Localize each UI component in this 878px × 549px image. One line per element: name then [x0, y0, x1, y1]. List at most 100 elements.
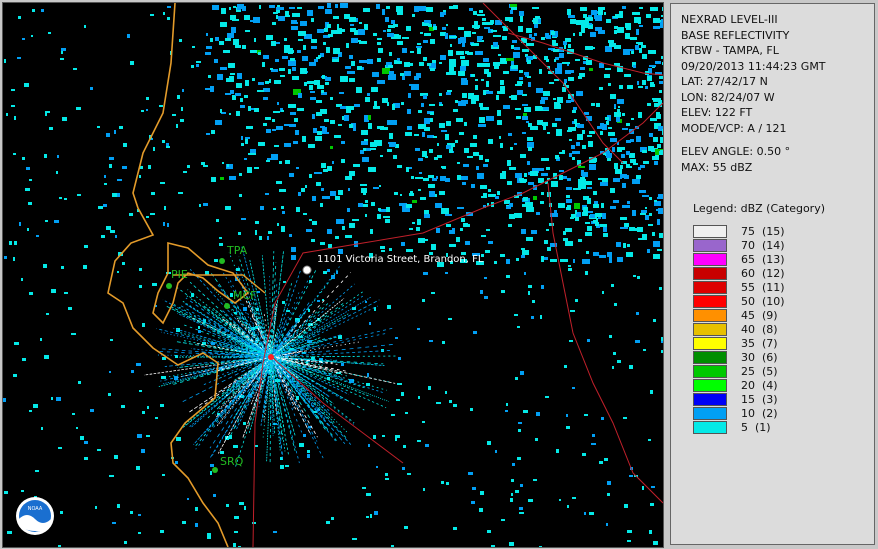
- echo-cell: [535, 438, 538, 441]
- echo-cell: [473, 135, 477, 139]
- echo-cell: [326, 47, 330, 53]
- echo-cell: [109, 157, 114, 160]
- echo-cell: [389, 52, 392, 56]
- echo-cell: [317, 29, 324, 33]
- echo-cell: [407, 109, 411, 114]
- echo-cell: [226, 504, 229, 507]
- echo-cell: [571, 70, 574, 73]
- echo-cell: [254, 108, 259, 112]
- noaa-logo-text: NOAA: [28, 506, 43, 512]
- echo-cell: [612, 147, 615, 152]
- echo-cell: [616, 117, 620, 122]
- echo-cell: [296, 167, 299, 169]
- echo-cell: [358, 29, 365, 35]
- echo-cell: [445, 134, 449, 140]
- echo-cell: [573, 33, 575, 36]
- echo-cell: [582, 259, 590, 264]
- echo-cell: [117, 179, 122, 181]
- echo-cell: [119, 126, 123, 129]
- echo-cell: [658, 194, 663, 197]
- echo-cell: [521, 248, 525, 250]
- echo-cell: [51, 289, 56, 293]
- echo-cell: [293, 141, 298, 144]
- echo-cell: [59, 197, 62, 199]
- echo-cell: [563, 176, 567, 179]
- echo-cell: [650, 390, 653, 394]
- echo-cell: [270, 68, 273, 70]
- echo-cell: [340, 3, 348, 8]
- echo-cell: [657, 144, 661, 148]
- echo-cell: [626, 252, 633, 257]
- echo-cell: [654, 161, 658, 165]
- echo-cell: [335, 196, 340, 200]
- echo-cell: [552, 123, 557, 127]
- echo-cell: [229, 76, 234, 82]
- echo-cell: [566, 207, 569, 210]
- echo-cell: [271, 41, 276, 46]
- echo-cell: [410, 51, 414, 53]
- echo-cell: [349, 17, 356, 22]
- echo-cell: [428, 24, 432, 27]
- echo-cell: [387, 120, 393, 125]
- echo-cell: [506, 259, 510, 264]
- echo-cell: [599, 461, 603, 464]
- echo-cell: [311, 46, 317, 49]
- echo-cell: [546, 35, 551, 39]
- echo-cell: [582, 453, 586, 456]
- echo-cell: [472, 32, 476, 34]
- echo-cell: [617, 147, 622, 152]
- radar-map[interactable]: TPA PIE MCF SRQ 1101 Victoria Street, Br…: [2, 2, 664, 548]
- echo-cell: [624, 504, 628, 508]
- echo-cell: [228, 63, 235, 68]
- echo-cell: [526, 207, 534, 212]
- echo-cell: [565, 70, 571, 74]
- echo-cell: [347, 208, 350, 212]
- echo-cell: [387, 29, 391, 32]
- echo-cell: [316, 182, 321, 186]
- echo-cell: [54, 220, 59, 223]
- echo-cell: [614, 303, 617, 306]
- echo-cell: [645, 215, 649, 220]
- echo-cell: [533, 479, 537, 481]
- echo-cell: [531, 316, 534, 319]
- echo-cell: [610, 138, 617, 142]
- echo-cell: [518, 422, 522, 424]
- echo-cell: [607, 252, 612, 257]
- echo-cell: [591, 103, 595, 106]
- echo-cell: [9, 241, 12, 245]
- echo-cell: [179, 39, 182, 42]
- echo-cell: [569, 139, 572, 141]
- legend-row: 10 (2): [693, 406, 785, 420]
- legend-swatch: [693, 406, 727, 420]
- echo-cell: [136, 466, 140, 470]
- echo-cell: [436, 402, 441, 404]
- echo-cell: [84, 441, 88, 444]
- echo-cell: [263, 55, 269, 59]
- echo-cell: [13, 153, 16, 155]
- echo-cell: [574, 119, 577, 124]
- legend-label: 35 (7): [741, 336, 778, 350]
- echo-cell: [651, 486, 655, 488]
- echo-cell: [242, 6, 246, 11]
- echo-cell: [281, 226, 285, 232]
- echo-cell: [220, 22, 227, 27]
- echo-cell: [423, 488, 425, 491]
- echo-cell: [263, 88, 270, 92]
- echo-cell: [602, 291, 604, 294]
- echo-cell: [497, 191, 500, 195]
- echo-cell: [511, 479, 514, 482]
- echo-cell: [210, 38, 213, 42]
- echo-cell: [244, 158, 247, 160]
- echo-cell: [345, 66, 351, 69]
- echo-cell: [649, 530, 652, 534]
- echo-cell: [236, 46, 238, 48]
- echo-cell: [577, 134, 583, 140]
- echo-cell: [418, 396, 420, 399]
- echo-cell: [619, 85, 623, 89]
- echo-cell: [284, 50, 289, 53]
- echo-cell: [483, 58, 489, 62]
- echo-cell: [327, 269, 330, 272]
- echo-cell: [449, 36, 457, 38]
- echo-cell: [554, 59, 556, 62]
- echo-cell: [385, 17, 389, 22]
